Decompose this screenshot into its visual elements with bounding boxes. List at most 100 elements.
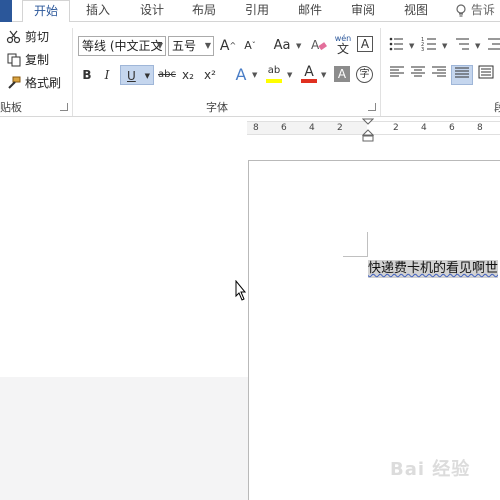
font-name-combo[interactable]: 等线 (中文正文 ▼ [78,36,166,56]
ruler-tick-label: 8 [253,123,259,133]
underline-label: U [127,69,136,83]
font-color-label: A [304,64,314,80]
group-divider [380,28,381,116]
change-case-button[interactable]: Aa [269,36,295,56]
ruler-tick-label: 6 [449,123,455,133]
format-painter-label: 格式刷 [25,76,62,90]
chevron-down-icon: ▼ [156,41,163,50]
margin-guide-horizontal [343,256,368,257]
tab-mailings[interactable]: 邮件 [290,0,330,22]
superscript-label: x² [204,68,216,82]
font-size-combo[interactable]: 五号 ▼ [168,36,214,56]
character-border-label: A [360,37,370,51]
clipboard-dialog-launcher[interactable] [60,103,68,111]
justify-button[interactable] [451,65,473,85]
ruler-tick-label: 4 [421,123,427,133]
numbered-list-icon: 1 2 3 [421,37,436,53]
tab-view[interactable]: 视图 [396,0,436,22]
chevron-down-icon[interactable]: ▼ [252,71,257,79]
highlight-label: ab [267,65,281,76]
font-dialog-launcher[interactable] [368,103,376,111]
strikethrough-label: abc [158,69,176,80]
numbering-button[interactable]: 1 2 3 [420,36,440,56]
indent-marker-icon[interactable] [362,118,374,142]
grow-font-label: A [219,38,230,54]
tab-design[interactable]: 设计 [132,0,172,22]
superscript-button[interactable]: x² [202,65,218,85]
ruler-tick-label: 4 [309,123,315,133]
copy-button[interactable]: 复制 [6,51,49,69]
character-shading-button[interactable]: A [334,66,350,82]
eraser-icon: A [311,38,327,52]
enclose-characters-button[interactable]: 字 [356,66,373,83]
decrease-indent-button[interactable] [486,36,500,56]
ruler-tick-label: 8 [477,123,483,133]
cut-label: 剪切 [25,30,50,44]
copy-label: 复制 [25,53,50,67]
subscript-button[interactable]: x₂ [180,65,196,85]
chevron-down-icon[interactable]: ▼ [321,71,326,79]
change-case-label: Aa [273,38,291,53]
watermark-text: Bai 经验 [390,459,471,480]
bold-label: B [82,68,92,82]
align-right-icon [432,66,446,77]
ribbon: 剪切 复制 格式刷 贴板 等线 (中文正文 ▼ 五号 ▼ A^ Aˇ Aa ▼ … [0,22,500,117]
tab-home[interactable]: 开始 [22,0,70,23]
clear-formatting-button[interactable]: A [310,36,328,56]
chevron-down-icon[interactable]: ▼ [296,42,301,50]
grow-font-button[interactable]: A^ [219,36,237,56]
chevron-down-icon[interactable]: ▼ [475,42,480,50]
align-center-button[interactable] [409,65,427,85]
format-painter-button[interactable]: 格式刷 [6,74,61,92]
svg-text:3: 3 [421,47,424,52]
font-size-value: 五号 [172,39,197,53]
format-painter-icon [8,76,21,89]
character-shading-label: A [337,67,347,81]
caret-down-icon: ˇ [251,41,256,50]
distributed-button[interactable] [477,65,495,85]
file-tab-accent[interactable] [0,0,12,22]
chevron-down-icon[interactable]: ▼ [442,42,447,50]
tab-references[interactable]: 引用 [237,0,277,22]
bold-button[interactable]: B [79,65,95,85]
underline-button[interactable]: U ▼ [120,65,154,85]
font-name-value: 等线 (中文正文 [82,39,163,53]
caret-up-icon: ^ [229,41,237,50]
chevron-down-icon: ▼ [144,72,150,80]
selected-document-text[interactable]: 快递费卡机的看见啊世 [368,260,499,278]
tab-insert[interactable]: 插入 [78,0,118,22]
chevron-down-icon[interactable]: ▼ [287,71,292,79]
multilevel-list-button[interactable] [453,36,473,56]
ruler-tick-label: 2 [337,123,343,133]
italic-button[interactable]: I [99,65,115,85]
distributed-icon [478,65,494,79]
font-group-label: 字体 [206,101,228,114]
text-effects-label: A [235,65,247,84]
cut-button[interactable]: 剪切 [6,28,49,46]
bullets-button[interactable] [387,36,407,56]
chevron-down-icon: ▼ [204,41,211,50]
phonetic-guide-button[interactable]: wén 文 [333,34,353,58]
ruler-tick-label: 2 [393,123,399,133]
character-border-button[interactable]: A [357,36,373,52]
shrink-font-button[interactable]: Aˇ [241,36,259,56]
highlight-button[interactable]: ab [264,63,284,85]
text-effects-button[interactable]: A [232,65,250,85]
chevron-down-icon[interactable]: ▼ [409,42,414,50]
highlight-swatch [266,79,282,83]
paragraph-group-label: 段 [494,101,500,114]
copy-icon [7,53,21,67]
font-color-button[interactable]: A [300,63,318,85]
shrink-font-label: A [244,39,252,52]
align-left-button[interactable] [388,65,406,85]
tell-me-box[interactable]: 告诉 [455,0,495,22]
tab-layout[interactable]: 布局 [184,0,224,22]
phonetic-bottom-label: 文 [336,42,349,56]
enclose-characters-label: 字 [359,69,370,80]
align-right-button[interactable] [430,65,448,85]
font-color-swatch [301,79,317,83]
document-page[interactable] [248,160,500,500]
justify-icon [455,67,469,78]
tab-review[interactable]: 审阅 [343,0,383,22]
strikethrough-button[interactable]: abc [157,65,177,85]
